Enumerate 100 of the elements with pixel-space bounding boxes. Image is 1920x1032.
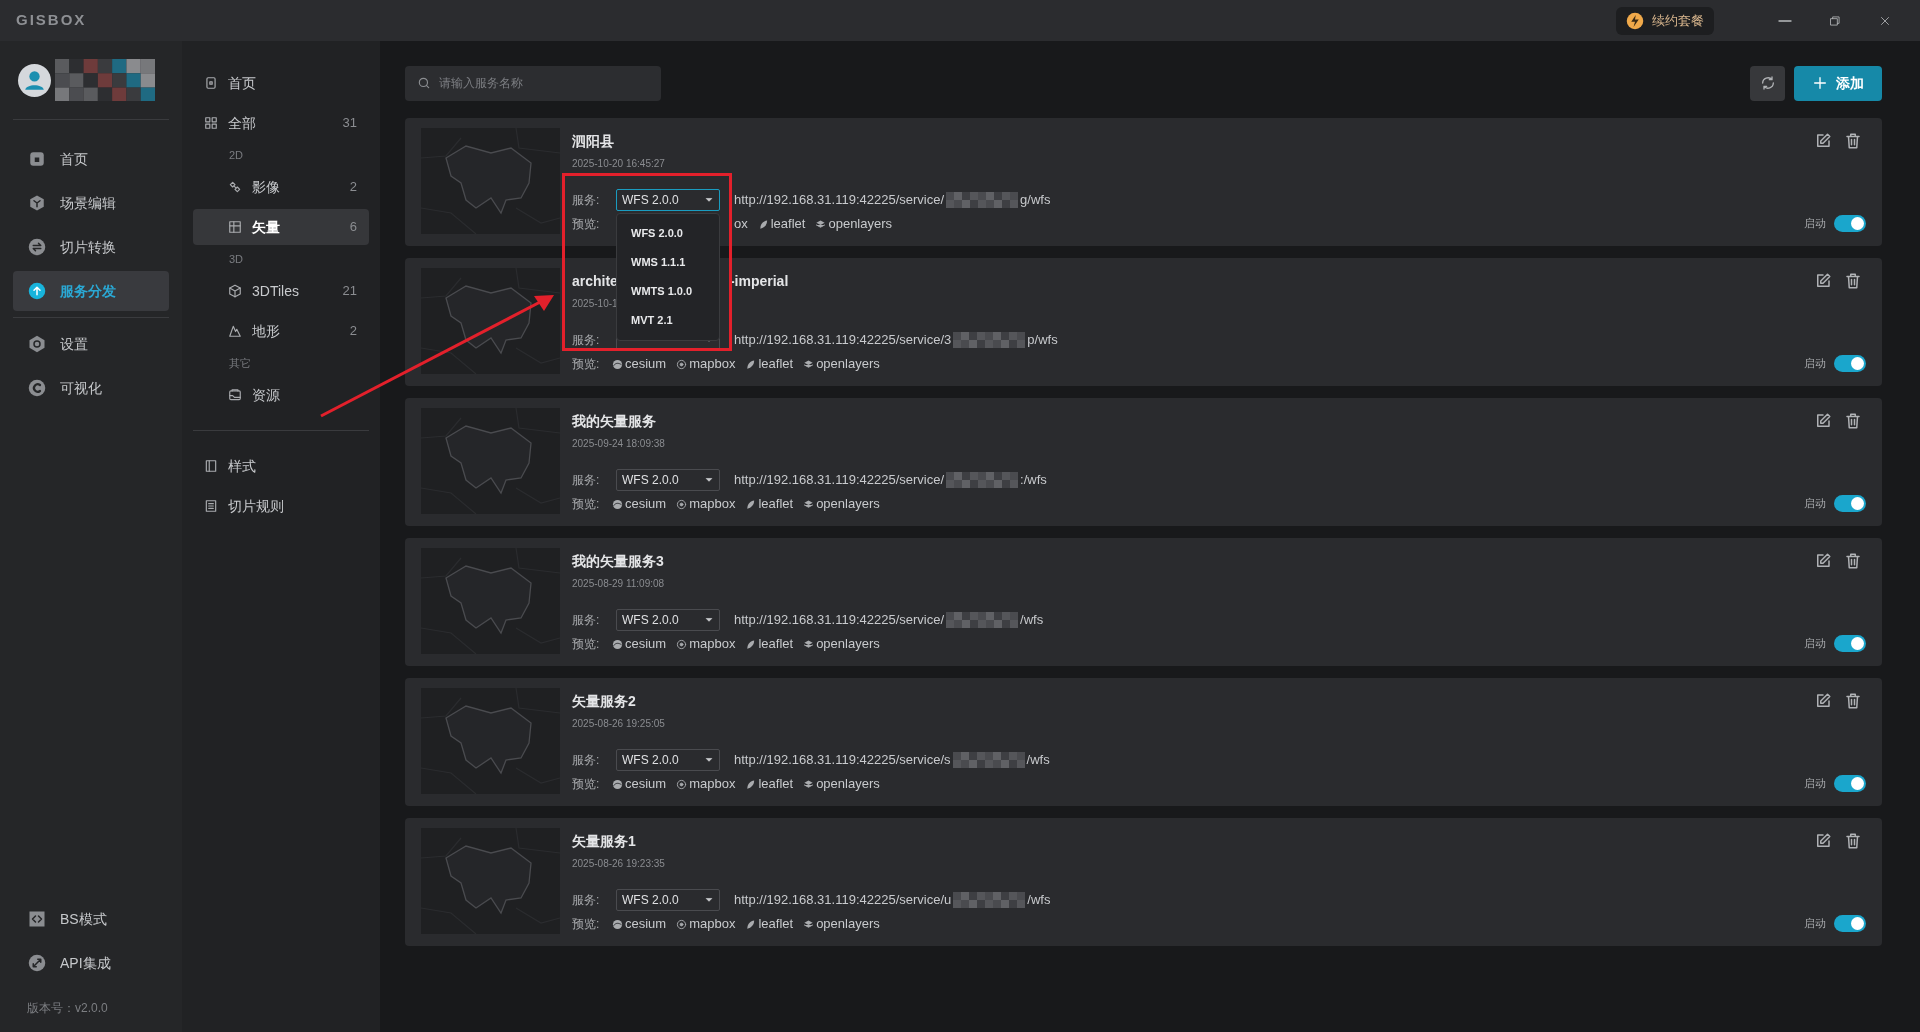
nav-item[interactable]: 场景编辑	[13, 183, 169, 223]
enable-toggle[interactable]	[1834, 215, 1866, 232]
toggle-label: 启动	[1804, 636, 1826, 652]
edit-button[interactable]	[1814, 832, 1832, 850]
service-url: :/wfs	[1020, 471, 1047, 490]
service-select[interactable]: WFS 2.0.0	[616, 189, 720, 211]
preview-link[interactable]: cesium	[612, 354, 667, 374]
preview-link[interactable]: ox	[734, 214, 748, 234]
enable-toggle[interactable]	[1834, 635, 1866, 652]
list-icon	[204, 499, 218, 513]
preview-link[interactable]: mapbox	[676, 494, 736, 514]
preview-link[interactable]: leaflet	[757, 214, 806, 234]
delete-button[interactable]	[1844, 272, 1862, 290]
edit-button[interactable]	[1814, 412, 1832, 430]
category-item[interactable]: 资源	[193, 377, 369, 413]
toggle-label: 启动	[1804, 916, 1826, 932]
dropdown-option[interactable]: WFS 2.0.0	[617, 219, 719, 248]
edit-button[interactable]	[1814, 552, 1832, 570]
link-icon	[28, 954, 46, 972]
category-item[interactable]: 影像 2	[193, 169, 369, 205]
leaf-icon	[745, 358, 757, 370]
caret-icon	[704, 615, 714, 625]
minimize-icon	[1778, 19, 1792, 22]
preview-link[interactable]: cesium	[612, 774, 667, 794]
preview-link[interactable]: openlayers	[803, 494, 880, 514]
refresh-button[interactable]	[1750, 65, 1785, 101]
enable-toggle[interactable]	[1834, 495, 1866, 512]
delete-button[interactable]	[1844, 692, 1862, 710]
category-item[interactable]: 样式	[193, 448, 369, 484]
preview-link[interactable]: leaflet	[745, 774, 794, 794]
service-title: 我的矢量服务	[572, 411, 656, 431]
service-url: /wfs	[1020, 611, 1044, 630]
preview-link[interactable]: openlayers	[803, 914, 880, 934]
delete-button[interactable]	[1844, 552, 1862, 570]
category-item[interactable]: 3DTiles 21	[193, 273, 369, 309]
edit-button[interactable]	[1814, 132, 1832, 150]
preview-link[interactable]: openlayers	[803, 634, 880, 654]
edit-button[interactable]	[1814, 272, 1832, 290]
preview-link[interactable]: openlayers	[815, 214, 893, 234]
service-select[interactable]: WFS 2.0.0	[616, 749, 720, 771]
preview-link[interactable]: cesium	[612, 494, 667, 514]
preview-link[interactable]: mapbox	[676, 914, 736, 934]
service-title: archite	[572, 271, 618, 291]
nav-item[interactable]: 首页	[13, 139, 169, 179]
enable-toggle[interactable]	[1834, 355, 1866, 372]
nav-item[interactable]: 设置	[13, 324, 169, 364]
category-item[interactable]: 全部 31	[193, 105, 369, 141]
service-label: 服务:	[572, 752, 601, 769]
add-button[interactable]: 添加	[1794, 65, 1882, 101]
category-item[interactable]: 首页	[193, 65, 369, 101]
service-url: http://192.168.31.119:42225/service/	[734, 471, 945, 490]
preview-link[interactable]: mapbox	[676, 634, 736, 654]
preview-link[interactable]: leaflet	[745, 634, 794, 654]
search-field[interactable]: 请输入服务名称	[405, 65, 661, 101]
nav-item[interactable]: 服务分发	[13, 271, 169, 311]
group-heading: 其它	[229, 355, 251, 371]
service-label: 服务:	[572, 332, 601, 349]
service-date: 2025-09-24 18:09:38	[572, 436, 665, 451]
preview-link[interactable]: openlayers	[803, 774, 880, 794]
delete-button[interactable]	[1844, 832, 1862, 850]
nav-item[interactable]: 可视化	[13, 368, 169, 408]
mountain-icon	[228, 324, 242, 338]
enable-toggle[interactable]	[1834, 775, 1866, 792]
toggle-label: 启动	[1804, 776, 1826, 792]
category-item[interactable]: 切片规则	[193, 488, 369, 524]
service-select[interactable]: WFS 2.0.0	[616, 889, 720, 911]
preview-link[interactable]: cesium	[612, 634, 667, 654]
satellite-icon	[228, 180, 242, 194]
delete-button[interactable]	[1844, 132, 1862, 150]
nav-item[interactable]: BS模式	[13, 899, 169, 939]
category-item[interactable]: 地形 2	[193, 313, 369, 349]
delete-button[interactable]	[1844, 412, 1862, 430]
preview-link[interactable]: leaflet	[745, 494, 794, 514]
layers-icon	[803, 778, 815, 790]
dropdown-option[interactable]: MVT 2.1	[617, 306, 719, 335]
dropdown-option[interactable]: WMTS 1.0.0	[617, 277, 719, 306]
version-label: 版本号：v2.0.0	[26, 999, 109, 1017]
nav-item[interactable]: API集成	[13, 943, 169, 983]
category-item[interactable]: 矢量 6	[193, 209, 369, 245]
edit-button[interactable]	[1814, 692, 1832, 710]
service-title: 我的矢量服务3	[572, 551, 664, 571]
service-select[interactable]: WFS 2.0.0	[616, 469, 720, 491]
service-select[interactable]: WFS 2.0.0	[616, 609, 720, 631]
service-url: http://192.168.31.119:42225/service/3	[734, 331, 952, 350]
preview-link[interactable]: mapbox	[676, 774, 736, 794]
leaf-icon	[745, 498, 757, 510]
preview-label: 预览:	[572, 916, 601, 933]
image-icon	[228, 388, 242, 402]
leaf-icon	[757, 218, 769, 230]
preview-link[interactable]: leaflet	[745, 914, 794, 934]
enable-toggle[interactable]	[1834, 915, 1866, 932]
preview-link[interactable]: leaflet	[745, 354, 794, 374]
preview-link[interactable]: cesium	[612, 914, 667, 934]
nav-item[interactable]: 切片转换	[13, 227, 169, 267]
leaf-icon	[745, 918, 757, 930]
service-url: http://192.168.31.119:42225/service/	[734, 191, 945, 210]
preview-link[interactable]: openlayers	[803, 354, 880, 374]
preview-link[interactable]: mapbox	[676, 354, 736, 374]
renew-button[interactable]: 续约套餐	[1616, 6, 1714, 35]
dropdown-option[interactable]: WMS 1.1.1	[617, 248, 719, 277]
